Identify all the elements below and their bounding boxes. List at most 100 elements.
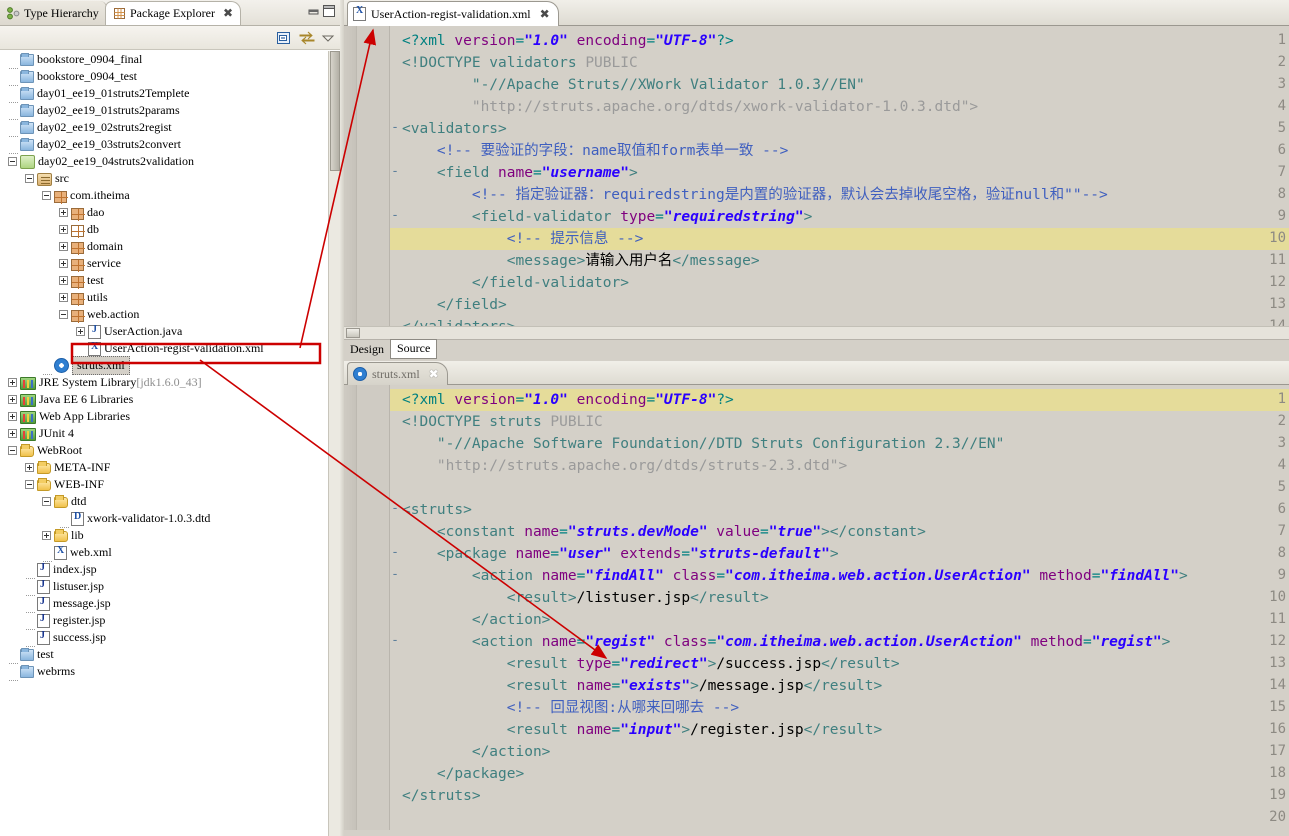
close-icon[interactable]: ✖ [223,6,233,21]
fold-toggle-icon[interactable]: - [391,208,399,223]
code-line[interactable]: <constant name="struts.devMode" value="t… [402,521,926,543]
tree-item-meta-inf[interactable]: META-INF [0,459,328,476]
collapse-icon[interactable] [42,497,51,506]
code-line[interactable]: </action> [402,741,551,763]
code-line[interactable]: <!-- 指定验证器：requiredstring是内置的验证器，默认会去掉收尾… [402,184,1108,206]
tree-item-webroot[interactable]: WebRoot [0,442,328,459]
fold-toggle-icon[interactable]: - [391,633,399,648]
tree-item-day01-ee19-01struts2templete[interactable]: day01_ee19_01struts2Templete [0,85,328,103]
tab-userAction-regist-validation-xml[interactable]: X UserAction-regist-validation.xml ✖ [347,1,559,26]
tree-item-test[interactable]: test [0,646,328,664]
code-line[interactable]: "-//Apache Software Foundation//DTD Stru… [402,433,1004,455]
code-line[interactable]: </field-validator> [402,272,629,294]
code-line[interactable]: <result name="input">/register.jsp</resu… [402,719,882,741]
form-tab-source[interactable]: Source [390,339,438,359]
collapse-icon[interactable] [8,157,17,166]
bottom-editor-code[interactable]: 1 <?xml version="1.0" encoding="UTF-8"?> 2… [344,385,1289,830]
marker-column[interactable] [344,26,357,339]
collapse-icon[interactable] [42,191,51,200]
top-editor-code[interactable]: 1 <?xml version="1.0" encoding="UTF-8"?> 2… [344,26,1289,339]
tree-item-service[interactable]: service [0,255,328,272]
tree-item-src[interactable]: src [0,170,328,187]
code-line[interactable]: <?xml version="1.0" encoding="UTF-8"?> [402,389,734,411]
tree-item-useraction-regist-validation-xml[interactable]: UserAction-regist-validation.xml [0,340,328,358]
code-line[interactable]: <message>请输入用户名</message> [402,250,760,272]
tree-item-register-jsp[interactable]: register.jsp [0,612,328,630]
code-line[interactable]: </struts> [402,785,481,807]
tree-item-domain[interactable]: domain [0,238,328,255]
tree-item-success-jsp[interactable]: success.jsp [0,629,328,647]
collapse-icon[interactable] [59,310,68,319]
tree-item-listuser-jsp[interactable]: listuser.jsp [0,578,328,596]
code-line[interactable]: </field> [402,294,507,316]
expand-icon[interactable] [59,276,68,285]
tree-item-day02-ee19-03struts2convert[interactable]: day02_ee19_03struts2convert [0,136,328,154]
expand-icon[interactable] [25,463,34,472]
code-line[interactable]: </action> [402,609,551,631]
tree-item-db[interactable]: db [0,221,328,238]
tree-item-day02-ee19-04struts2validation[interactable]: day02_ee19_04struts2validation [0,153,328,170]
code-line[interactable]: "http://struts.apache.org/dtds/xwork-val… [402,96,978,118]
expand-icon[interactable] [59,225,68,234]
tab-struts-xml[interactable]: struts.xml ✖ [347,362,448,385]
tree-item-day02-ee19-01struts2params[interactable]: day02_ee19_01struts2params [0,102,328,120]
marker-column[interactable] [344,385,357,830]
code-line[interactable]: <!DOCTYPE struts PUBLIC [402,411,603,433]
tree-item-web-xml[interactable]: web.xml [0,544,328,562]
tree-item-index-jsp[interactable]: index.jsp [0,561,328,579]
collapse-icon[interactable] [25,174,34,183]
tree-item-bookstore-0904-final[interactable]: bookstore_0904_final [0,51,328,69]
expand-icon[interactable] [42,531,51,540]
form-tab-design[interactable]: Design [344,341,390,359]
scrollbar-thumb[interactable] [346,328,360,338]
expand-icon[interactable] [59,242,68,251]
maximize-icon[interactable] [322,4,338,20]
code-line[interactable]: <result name="exists">/message.jsp</resu… [402,675,882,697]
tree-item-com-itheima[interactable]: com.itheima [0,187,328,204]
code-line[interactable]: <field name="username"> [402,162,638,184]
collapse-icon[interactable] [8,446,17,455]
code-line[interactable]: </package> [402,763,524,785]
collapse-all-icon[interactable] [276,30,292,46]
scrollbar-thumb[interactable] [330,51,340,171]
tab-package-explorer[interactable]: Package Explorer ✖ [105,1,242,25]
tree-item-day02-ee19-02struts2regist[interactable]: day02_ee19_02struts2regist [0,119,328,137]
code-line[interactable]: <?xml version="1.0" encoding="UTF-8"?> [402,30,734,52]
fold-toggle-icon[interactable]: - [391,567,399,582]
tree-vertical-scrollbar[interactable] [328,51,340,836]
code-line[interactable]: <action name="findAll" class="com.itheim… [402,565,1188,587]
code-line[interactable]: <!-- 要验证的字段：name取值和form表单一致 --> [402,140,788,162]
link-with-editor-icon[interactable] [298,30,315,46]
tree-item-test[interactable]: test [0,272,328,289]
tree-item-struts-xml[interactable]: struts.xml [0,356,328,375]
code-line[interactable]: <validators> [402,118,507,140]
expand-icon[interactable] [59,259,68,268]
code-line[interactable]: <action name="regist" class="com.itheima… [402,631,1170,653]
tree-item-utils[interactable]: utils [0,289,328,306]
fold-toggle-icon[interactable]: - [391,120,399,135]
expand-icon[interactable] [8,412,17,421]
tree-item-web-action[interactable]: web.action [0,306,328,323]
code-line[interactable]: <!-- 回显视图:从哪来回哪去 --> [402,697,739,719]
tree-item-jre-system-library-[interactable]: JRE System Library [jdk1.6.0_43] [0,374,328,391]
tree-item-java-ee-6-libraries[interactable]: Java EE 6 Libraries [0,391,328,408]
expand-icon[interactable] [76,327,85,336]
code-line[interactable]: <!DOCTYPE validators PUBLIC [402,52,638,74]
tree-item-xwork-validator-1-0-3-dtd[interactable]: xwork-validator-1.0.3.dtd [0,510,328,528]
view-menu-chevron-icon[interactable] [320,30,336,46]
tree-item-web-inf[interactable]: WEB-INF [0,476,328,493]
expand-icon[interactable] [8,395,17,404]
collapse-icon[interactable] [25,480,34,489]
code-line[interactable]: <result type="redirect">/success.jsp</re… [402,653,900,675]
code-line[interactable]: <!-- 提示信息 --> [402,228,644,250]
close-icon[interactable]: ✖ [429,367,439,382]
tree-item-dao[interactable]: dao [0,204,328,221]
code-line[interactable]: <package name="user" extends="struts-def… [402,543,839,565]
fold-toggle-icon[interactable]: - [391,501,399,516]
expand-icon[interactable] [59,208,68,217]
code-line[interactable]: <struts> [402,499,472,521]
tree-item-message-jsp[interactable]: message.jsp [0,595,328,613]
fold-toggle-icon[interactable]: - [391,164,399,179]
minimize-icon[interactable] [307,5,323,21]
tree-item-useraction-java[interactable]: UserAction.java [0,323,328,340]
